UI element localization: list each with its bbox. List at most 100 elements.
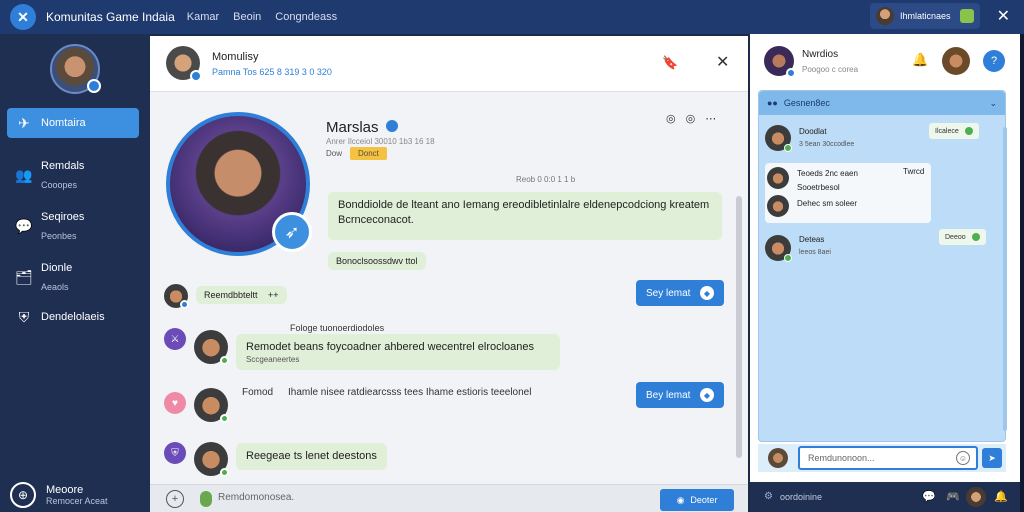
- profile-avatar[interactable]: [50, 44, 101, 94]
- avatar: [768, 448, 788, 468]
- attach-icon[interactable]: [200, 491, 212, 507]
- avatar: [876, 7, 894, 25]
- nav-item-kamar[interactable]: Kamar: [187, 11, 219, 23]
- panel-header[interactable]: ●● Gesnen8ec ⌄: [759, 91, 1005, 115]
- sidebar-item-dendelolaeis[interactable]: ⛨ Dendelolaeis: [7, 302, 139, 332]
- avatar[interactable]: [942, 47, 970, 75]
- verified-icon: [386, 120, 398, 132]
- member-sub: 3 5ean 30ccodlee: [799, 141, 855, 148]
- avatar[interactable]: [164, 284, 189, 309]
- users-icon: 👥: [15, 166, 33, 183]
- notification-icon[interactable]: 🔔: [994, 490, 1008, 503]
- sidebar-item-sub: Cooopes: [41, 180, 78, 190]
- send-button[interactable]: Bey lemat ◆: [636, 382, 724, 408]
- avatar[interactable]: [194, 330, 229, 365]
- user-name: Ihmlaticnaes: [900, 11, 951, 21]
- help-icon[interactable]: ?: [983, 50, 1005, 72]
- sidebar-item-sub: Aeaols: [41, 282, 69, 292]
- add-icon[interactable]: +: [166, 490, 184, 508]
- chat-header: Momulisy Pamna Tos 625 8 319 3 0 320 🔖 ✕: [150, 36, 748, 92]
- chat-main: Momulisy Pamna Tos 625 8 319 3 0 320 🔖 ✕…: [150, 36, 748, 512]
- settings-icon[interactable]: ⚙: [764, 491, 773, 502]
- sidebar-item-remdals[interactable]: 👥 Remdals Cooopes: [7, 158, 139, 192]
- window-edge: [1020, 34, 1024, 512]
- scrollbar[interactable]: [736, 196, 742, 458]
- avatar[interactable]: [194, 388, 229, 423]
- sidebar-item-nomtaira[interactable]: ✈ Nomtaira: [7, 108, 139, 138]
- online-indicator: [784, 144, 792, 152]
- emoji-icon[interactable]: ☺: [956, 451, 970, 465]
- message-text: Remodet beans foycoadner ahbered wecentr…: [246, 341, 535, 353]
- profile-name: Marslas: [326, 119, 379, 136]
- send-button[interactable]: Sey lemat ◆: [636, 280, 724, 306]
- gamepad-icon[interactable]: 🎮: [946, 490, 960, 503]
- shield-icon[interactable]: ⛨: [164, 442, 186, 464]
- avatar[interactable]: [194, 442, 229, 477]
- info-icon[interactable]: ◎: [686, 112, 696, 125]
- online-indicator: [220, 356, 229, 365]
- message-sub: Sccgeaneertes: [246, 354, 300, 364]
- app-logo-icon[interactable]: ✕: [10, 4, 36, 30]
- member-pill[interactable]: Deeoo: [939, 229, 986, 245]
- member-card[interactable]: Teoeds 2nc eaen Twrcd Sooetrbesol Dehec …: [765, 163, 931, 223]
- sidebar-item-seqiroes[interactable]: 💬 Seqiroes Peonbes: [7, 209, 139, 243]
- send-button-label: Deoter: [690, 495, 718, 505]
- close-icon[interactable]: ✕: [716, 52, 729, 72]
- avatar: [767, 195, 789, 217]
- sidebar-item-dionle[interactable]: 🗂 Dionle Aeaols: [7, 260, 139, 294]
- member-name: Deteas: [799, 235, 825, 244]
- member-name: Teoeds 2nc eaen: [797, 169, 858, 178]
- member-pill[interactable]: Ilcalece: [929, 123, 979, 139]
- avatar: [767, 167, 789, 189]
- sidebar-bottom-label: Meoore: [46, 484, 84, 496]
- verified-icon: [190, 70, 202, 82]
- emblem-icon: ➶: [272, 212, 312, 252]
- message-input[interactable]: Remdomonosea.: [218, 492, 294, 503]
- profile-meta: Anrer Ilcceiol 30010 1b3 16 18: [326, 137, 435, 146]
- status-icon: [971, 233, 980, 241]
- message-extra: ++: [268, 290, 279, 300]
- avatar[interactable]: [166, 46, 202, 82]
- camera-icon[interactable]: ◎: [666, 112, 676, 125]
- member-badge: Twrcd: [903, 167, 925, 176]
- reaction-line: Bonoclsoossdwv ttol: [328, 252, 426, 271]
- panel-message-input[interactable]: Remdunonoon... ☺: [798, 446, 978, 470]
- member-name: Doodlat: [799, 127, 827, 136]
- send-button-label: Sey lemat: [646, 287, 691, 299]
- avatar[interactable]: [764, 46, 796, 78]
- member-name: Dehec sm soleer: [797, 199, 858, 208]
- send-button-label: Bey lemat: [646, 389, 691, 401]
- top-nav: Kamar Beoin Congndeass: [187, 11, 337, 23]
- chat-icon[interactable]: 💬: [922, 490, 936, 503]
- chat-icon: 💬: [15, 217, 33, 234]
- inbox-icon: 🗂: [15, 268, 33, 285]
- profile-picture[interactable]: ➶: [166, 112, 312, 256]
- avatar[interactable]: [765, 125, 792, 152]
- sidebar-bottom-item[interactable]: ⊕ Meoore Remocer Aceat: [10, 482, 108, 508]
- bell-icon[interactable]: 🔔: [912, 52, 928, 68]
- user-menu[interactable]: Ihmlaticnaes: [870, 3, 980, 29]
- online-indicator: [784, 254, 792, 262]
- nav-item-beoin[interactable]: Beoin: [233, 11, 261, 23]
- avatar[interactable]: [765, 235, 792, 262]
- sword-icon[interactable]: ⚔: [164, 328, 186, 350]
- message-bubble: Reemdbbteltt ++: [196, 286, 287, 305]
- close-icon[interactable]: ✕: [997, 6, 1010, 26]
- right-header-sub: Poogoo c corea: [802, 65, 859, 74]
- heart-icon[interactable]: ♥: [164, 392, 186, 414]
- bookmark-icon[interactable]: 🔖: [662, 55, 678, 71]
- chevron-down-icon[interactable]: ⌄: [989, 98, 997, 109]
- profile-tag: Donct: [350, 147, 387, 160]
- send-button[interactable]: ◉ Deoter: [660, 489, 734, 511]
- chat-header-name: Momulisy: [212, 51, 259, 63]
- panel-input-row: Remdunonoon... ☺ ➤: [758, 444, 1006, 472]
- sidebar-item-label: Seqiroes: [41, 211, 85, 223]
- more-icon[interactable]: ⋯: [705, 112, 716, 125]
- send-icon[interactable]: ➤: [982, 448, 1002, 468]
- avatar[interactable]: [966, 487, 986, 507]
- nav-item-congndeass[interactable]: Congndeass: [275, 11, 337, 23]
- chat-header-sub: Pamna Tos 625 8 319 3 0 320: [212, 67, 332, 77]
- scrollbar[interactable]: [1003, 127, 1007, 431]
- message-text: Ihamle nisee ratdiearcsss tees Ihame est…: [288, 387, 532, 398]
- sidebar-item-sub: Peonbes: [41, 231, 77, 241]
